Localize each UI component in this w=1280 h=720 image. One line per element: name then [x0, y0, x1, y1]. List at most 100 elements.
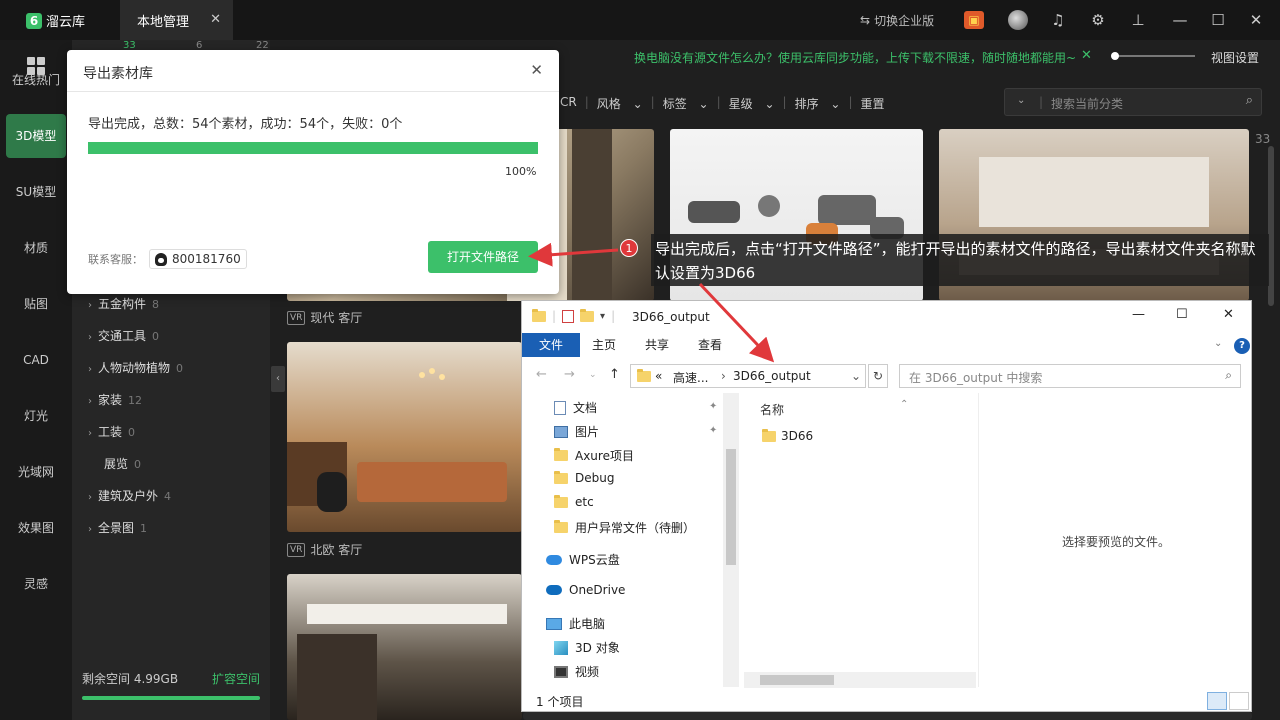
pin-icon[interactable]: ⊥ — [1128, 10, 1148, 30]
nav-item-su-model[interactable]: SU模型 — [0, 170, 72, 214]
model-thumbnail[interactable] — [523, 712, 1252, 720]
window-close-icon[interactable]: ✕ — [1246, 10, 1266, 30]
title-bar: 6 溜云库 本地管理 ✕ ⇆ 切换企业版 ▣ ♫ ⚙ ⊥ — ☐ ✕ — [0, 0, 1280, 40]
column-header-name[interactable]: 名称 ⌃ — [760, 399, 908, 418]
tab-local-management[interactable]: 本地管理 ✕ — [120, 0, 233, 40]
filter-sort[interactable]: 排序 ⌄ — [795, 95, 841, 112]
filter-reset[interactable]: 重置 — [861, 95, 885, 112]
nav-item-material[interactable]: 材质 — [0, 226, 72, 270]
refresh-icon[interactable]: ↻ — [868, 364, 888, 388]
switch-enterprise-button[interactable]: ⇆ 切换企业版 — [860, 0, 934, 40]
expand-space-link[interactable]: 扩容空间 — [212, 670, 260, 687]
nav-item-online-hot[interactable]: 在线热门 — [0, 44, 72, 100]
model-thumbnail[interactable] — [287, 574, 522, 720]
sync-notice[interactable]: 换电脑没有源文件怎么办？使用云库同步功能，上传下载不限速，随时随地都能用~ — [634, 49, 1076, 66]
chevron-down-icon[interactable]: ⌄ — [1214, 338, 1222, 349]
filter-tag[interactable]: 标签 ⌄ — [663, 95, 709, 112]
card-caption: VR 北欧 客厅 — [287, 541, 362, 558]
address-row: ← → ⌄ ↑ « 高速... › 3D66_output ⌄ ↻ 在 3D66… — [522, 363, 1253, 389]
quick-access-toolbar: | ▾ | — [532, 308, 615, 323]
collapse-panel-button[interactable]: ‹ — [271, 366, 285, 392]
file-row[interactable]: 3D66 — [762, 428, 813, 443]
hscrollbar-thumb[interactable] — [760, 675, 834, 685]
category-item[interactable]: › 工装 0 — [88, 423, 135, 440]
gift-icon[interactable]: ▣ — [964, 11, 984, 29]
tree-item-user-error-files[interactable]: 用户异常文件（待删） — [554, 519, 695, 536]
minimize-icon[interactable]: — — [1132, 307, 1145, 322]
chevron-down-icon[interactable]: ⌄ — [1017, 95, 1025, 106]
search-icon[interactable]: ⌕ — [1225, 368, 1232, 383]
nav-item-3d-model[interactable]: 3D模型 — [6, 114, 66, 158]
category-item[interactable]: › 交通工具 0 — [88, 327, 159, 344]
explorer-search-input[interactable]: 在 3D66_output 中搜索 ⌕ — [899, 364, 1241, 388]
nav-item-inspiration[interactable]: 灵感 — [0, 562, 72, 606]
up-arrow-icon[interactable]: ↑ — [609, 367, 620, 382]
notice-close-icon[interactable]: ✕ — [1081, 48, 1092, 63]
details-view-icon[interactable] — [1207, 692, 1227, 710]
nav-item-render[interactable]: 效果图 — [0, 506, 72, 550]
nav-item-cad[interactable]: CAD — [0, 338, 72, 382]
nav-item-light[interactable]: 灯光 — [0, 394, 72, 438]
category-item[interactable]: › 人物动物植物 0 — [88, 359, 183, 376]
tree-scrollbar-thumb[interactable] — [726, 449, 736, 565]
zoom-slider-track[interactable] — [1113, 55, 1195, 57]
tree-item-videos[interactable]: 视频 — [554, 663, 599, 680]
category-item[interactable]: › 全景图 1 — [88, 519, 147, 536]
chevron-down-icon[interactable]: ⌄ — [851, 369, 861, 383]
ribbon-tab-home[interactable]: 主页 — [592, 333, 616, 357]
tree-item-pictures[interactable]: 图片 — [554, 423, 599, 440]
pin-icon[interactable]: ✦ — [709, 425, 717, 436]
address-parent[interactable]: 高速... — [673, 369, 708, 386]
window-close-icon[interactable]: ✕ — [1223, 307, 1234, 322]
ribbon-tab-view[interactable]: 查看 — [698, 333, 722, 357]
view-settings-button[interactable]: 视图设置 — [1211, 49, 1259, 66]
chevron-down-icon[interactable]: ⌄ — [589, 370, 597, 380]
tree-item-onedrive[interactable]: OneDrive — [546, 583, 625, 597]
model-thumbnail[interactable] — [287, 342, 522, 532]
qq-contact[interactable]: 800181760 — [149, 249, 247, 269]
ribbon-tab-share[interactable]: 共享 — [645, 333, 669, 357]
gear-icon[interactable]: ⚙ — [1088, 10, 1108, 30]
thumbnail-view-icon[interactable] — [1229, 692, 1249, 710]
category-item[interactable]: › 家装 12 — [88, 391, 142, 408]
tree-item-etc[interactable]: etc — [554, 494, 594, 509]
left-nav: 在线热门 3D模型 SU模型 材质 贴图 CAD 灯光 光域网 效果图 灵感 — [0, 40, 72, 720]
minimize-icon[interactable]: — — [1170, 10, 1190, 30]
pin-icon[interactable]: ✦ — [709, 401, 717, 412]
category-item[interactable]: › 建筑及户外 4 — [88, 487, 171, 504]
filter-rating[interactable]: 星级 ⌄ — [729, 95, 775, 112]
bell-icon[interactable]: ♫ — [1048, 10, 1068, 30]
help-icon[interactable]: ? — [1234, 338, 1250, 354]
tree-item-wps-cloud[interactable]: WPS云盘 — [546, 551, 620, 568]
search-icon[interactable]: ⌕ — [1246, 93, 1253, 108]
filter-cr[interactable]: CR — [560, 95, 577, 112]
tree-item-this-pc[interactable]: 此电脑 — [546, 615, 605, 632]
tree-item-axure[interactable]: Axure项目 — [554, 447, 634, 464]
tree-item-documents[interactable]: 文档 — [554, 399, 597, 416]
ribbon-tab-file[interactable]: 文件 — [522, 333, 580, 357]
close-icon[interactable]: ✕ — [210, 12, 221, 27]
forward-arrow-icon[interactable]: → — [564, 367, 575, 382]
close-icon[interactable]: ✕ — [530, 61, 543, 79]
new-folder-icon[interactable] — [580, 308, 595, 322]
zoom-slider-handle[interactable] — [1111, 52, 1119, 60]
chevron-right-icon[interactable]: › — [721, 369, 726, 383]
category-item[interactable]: 展览 0 — [104, 455, 141, 472]
maximize-icon[interactable]: ☐ — [1176, 307, 1188, 322]
avatar[interactable] — [1008, 10, 1028, 30]
nav-item-texture[interactable]: 贴图 — [0, 282, 72, 326]
tree-item-3d-objects[interactable]: 3D 对象 — [554, 639, 620, 656]
address-bar[interactable]: « 高速... › 3D66_output ⌄ — [630, 364, 866, 388]
chevron-down-icon[interactable]: ▾ — [600, 311, 605, 322]
nav-item-ies[interactable]: 光域网 — [0, 450, 72, 494]
tree-item-debug[interactable]: Debug — [554, 470, 614, 485]
address-current[interactable]: 3D66_output — [733, 369, 811, 383]
open-file-path-button[interactable]: 打开文件路径 — [428, 241, 538, 273]
maximize-icon[interactable]: ☐ — [1208, 10, 1228, 30]
filter-style[interactable]: 风格 ⌄ — [597, 95, 643, 112]
category-search[interactable]: ⌄ | 搜索当前分类 ⌕ — [1004, 88, 1262, 116]
card-caption: VR 现代 客厅 — [287, 309, 362, 326]
back-arrow-icon[interactable]: ← — [536, 367, 547, 382]
category-item[interactable]: › 五金构件 8 — [88, 295, 159, 312]
properties-icon[interactable] — [562, 309, 575, 323]
